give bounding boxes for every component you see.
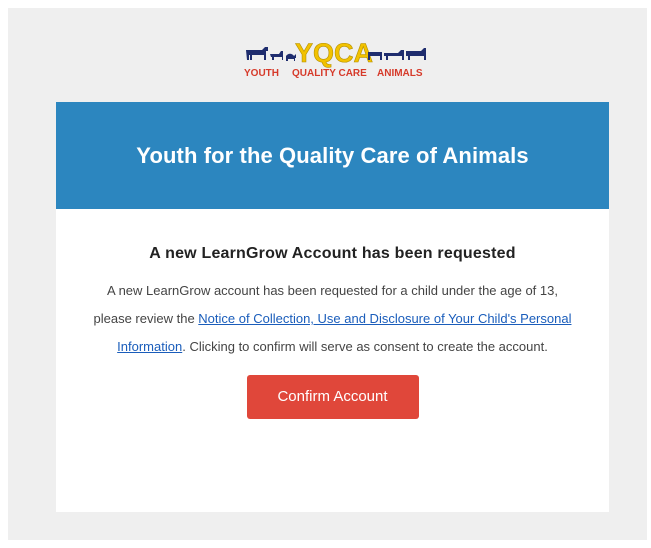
logo-wordmark: YQCA xyxy=(295,38,373,68)
logo-tagline-youth: YOUTH xyxy=(244,68,279,79)
message-heading: A new LearnGrow Account has been request… xyxy=(149,245,516,262)
header-banner: Youth for the Quality Care of Animals xyxy=(56,102,609,209)
logo-tagline-animals: ANIMALS xyxy=(377,68,423,79)
left-animals-icon xyxy=(246,47,296,61)
banner-title: Youth for the Quality Care of Animals xyxy=(136,142,529,168)
email-page: YQCA YOUTH QUALITY CARE ANIMALS Youth fo… xyxy=(8,8,647,540)
message-body: A new LearnGrow Account has been request… xyxy=(56,209,609,419)
message-text-after: . Clicking to confirm will serve as cons… xyxy=(182,339,548,354)
yqca-logo: YQCA YOUTH QUALITY CARE ANIMALS xyxy=(234,32,434,82)
message-paragraph: A new LearnGrow account has been request… xyxy=(93,277,573,361)
yqca-logo-graphic: YQCA YOUTH QUALITY CARE ANIMALS xyxy=(244,38,426,79)
logo-tagline-quality-care: QUALITY CARE xyxy=(292,68,367,79)
confirm-account-button[interactable]: Confirm Account xyxy=(246,375,419,419)
right-animals-icon xyxy=(368,48,426,60)
email-card: Youth for the Quality Care of Animals A … xyxy=(56,102,609,512)
